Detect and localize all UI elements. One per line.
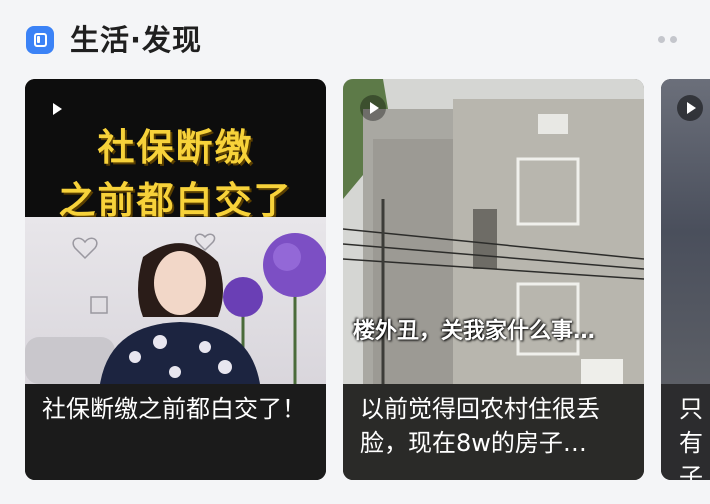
app-logo-icon [26,26,54,54]
video-caption[interactable]: 社保断缴之前都白交了！ [25,384,326,480]
thumbnail-photo [661,79,710,384]
thumbnail-overlay-text: 楼外丑，关我家什么事… [353,319,596,344]
video-thumbnail[interactable] [661,79,710,384]
video-thumbnail[interactable]: 楼外丑，关我家什么事… [343,79,644,384]
section-title: 生活·发现 [70,23,203,57]
more-dots-icon[interactable] [658,32,684,46]
video-caption[interactable]: 以前觉得回农村住很丢脸，现在8w的房子… [343,384,644,480]
video-caption[interactable]: 只有子有 [661,384,710,480]
section-header: 生活·发现 [0,0,710,78]
thumbnail-photo [25,217,326,384]
play-icon [360,95,386,121]
play-icon [43,96,69,122]
video-card-1[interactable]: 社保断缴 之前都白交了 社保断缴之前都白交了！ [25,79,326,480]
woman-portrait-illustration [25,233,326,384]
thumbnail-headline-line1: 社保断缴 [97,126,254,169]
thumbnail-headline-line2: 之前都白交了 [58,179,293,222]
video-card-3[interactable]: 只有子有 [661,79,710,480]
video-card-2[interactable]: 楼外丑，关我家什么事… 以前觉得回农村住很丢脸，现在8w的房子… [343,79,644,480]
video-thumbnail[interactable]: 社保断缴 之前都白交了 [25,79,326,384]
play-icon [677,95,703,121]
